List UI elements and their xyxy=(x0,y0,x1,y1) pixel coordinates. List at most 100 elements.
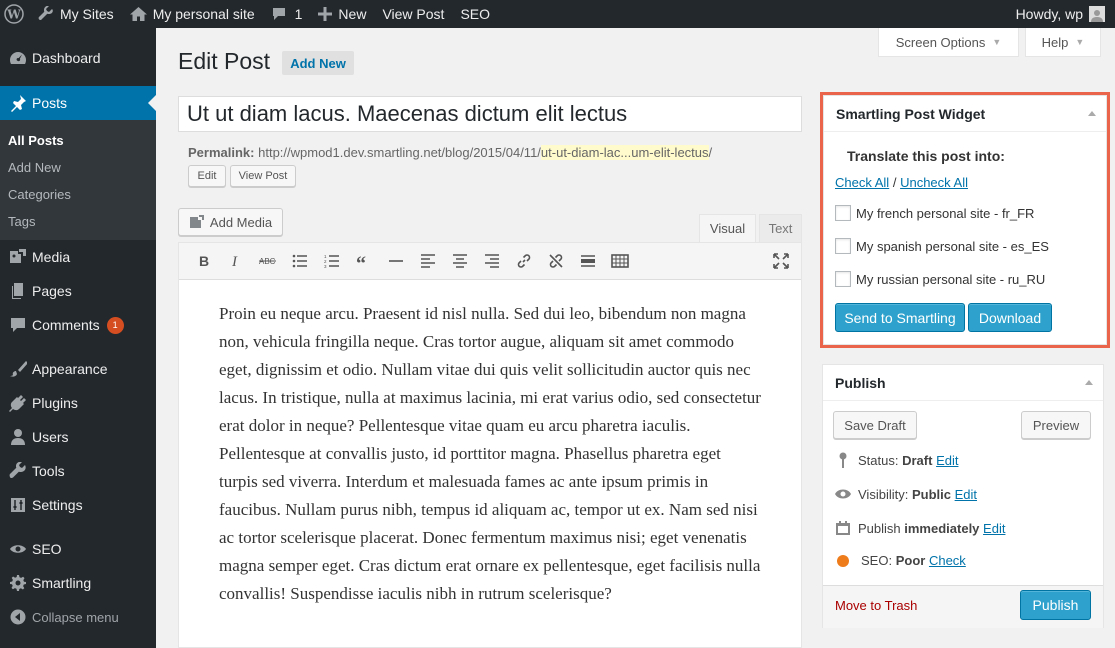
menu-seo[interactable]: SEO xyxy=(0,532,156,566)
strikethrough-icon[interactable]: ABC xyxy=(252,246,284,276)
posts-submenu: All Posts Add New Categories Tags xyxy=(0,120,156,240)
align-right-icon[interactable] xyxy=(476,246,508,276)
locale-option-ru[interactable]: My russian personal site - ru_RU xyxy=(835,271,1045,287)
tab-text[interactable]: Text xyxy=(759,214,802,242)
numbered-list-icon[interactable]: 123 xyxy=(316,246,348,276)
menu-smartling[interactable]: Smartling xyxy=(0,566,156,600)
permalink: Permalink: http://wpmod1.dev.smartling.n… xyxy=(188,145,713,160)
tab-visual[interactable]: Visual xyxy=(699,214,756,242)
download-button[interactable]: Download xyxy=(968,303,1052,332)
home-icon xyxy=(129,6,147,22)
menu-media[interactable]: Media xyxy=(0,240,156,274)
move-to-trash-link[interactable]: Move to Trash xyxy=(835,598,917,613)
remove-link-icon[interactable] xyxy=(540,246,572,276)
my-sites-menu[interactable]: My Sites xyxy=(30,0,122,28)
publish-box-header[interactable]: Publish xyxy=(823,365,1103,401)
view-post-button[interactable]: View Post xyxy=(230,165,296,187)
locale-option-fr[interactable]: My french personal site - fr_FR xyxy=(835,205,1034,221)
bold-icon[interactable]: B xyxy=(188,246,220,276)
publish-date-row: Publish immediately Edit xyxy=(834,519,1005,537)
menu-comments[interactable]: Comments 1 xyxy=(0,308,156,342)
wrench-icon xyxy=(8,461,28,481)
plug-icon xyxy=(8,393,28,413)
toolbar-toggle-icon[interactable] xyxy=(604,246,636,276)
status-row: Status: Draft Edit xyxy=(834,451,958,469)
new-content-menu[interactable]: New xyxy=(310,0,374,28)
send-to-smartling-button[interactable]: Send to Smartling xyxy=(835,303,965,332)
save-draft-button[interactable]: Save Draft xyxy=(833,411,917,439)
locale-option-es[interactable]: My spanish personal site - es_ES xyxy=(835,238,1049,254)
svg-text:3: 3 xyxy=(324,264,327,268)
menu-tools[interactable]: Tools xyxy=(0,454,156,488)
seo-check-link[interactable]: Check xyxy=(929,553,966,568)
plus-icon xyxy=(318,7,333,21)
seo-icon xyxy=(8,539,28,559)
align-left-icon[interactable] xyxy=(412,246,444,276)
collapse-arrow-icon[interactable] xyxy=(1085,380,1093,385)
caret-down-icon: ▼ xyxy=(1075,37,1085,47)
seo-score-row: SEO: Poor Check xyxy=(834,553,966,568)
horizontal-line-icon[interactable] xyxy=(380,246,412,276)
eye-icon xyxy=(834,485,852,503)
blockquote-icon[interactable]: “ xyxy=(348,246,380,276)
italic-icon[interactable]: I xyxy=(220,246,252,276)
permalink-base: http://wpmod1.dev.smartling.net/blog/201… xyxy=(258,145,541,160)
edit-date-link[interactable]: Edit xyxy=(983,521,1005,536)
add-new-button[interactable]: Add New xyxy=(282,51,354,75)
locale-checkbox[interactable] xyxy=(835,238,851,254)
menu-pages[interactable]: Pages xyxy=(0,274,156,308)
pages-icon xyxy=(8,281,28,301)
comments-count-badge: 1 xyxy=(106,316,124,334)
view-post-link[interactable]: View Post xyxy=(374,0,452,28)
screen-options-toggle[interactable]: Screen Options ▼ xyxy=(878,28,1019,57)
submenu-categories[interactable]: Categories xyxy=(0,181,156,208)
uncheck-all-link[interactable]: Uncheck All xyxy=(900,175,968,190)
svg-text:B: B xyxy=(199,254,209,268)
locale-checkbox[interactable] xyxy=(835,271,851,287)
wrench-icon xyxy=(38,6,54,22)
post-title-input[interactable]: Ut ut diam lacus. Maecenas dictum elit l… xyxy=(178,96,802,132)
wordpress-logo-icon[interactable]: W xyxy=(0,0,30,28)
admin-sidebar: Dashboard Posts All Posts Add New Catego… xyxy=(0,28,156,648)
menu-plugins[interactable]: Plugins xyxy=(0,386,156,420)
help-toggle[interactable]: Help ▼ xyxy=(1025,28,1101,57)
editor-content[interactable]: Proin eu neque arcu. Praesent id nisl nu… xyxy=(179,280,801,608)
visibility-row: Visibility: Public Edit xyxy=(834,485,977,503)
permalink-slug[interactable]: ut-ut-diam-lac...um-elit-lectus xyxy=(540,145,709,160)
insert-link-icon[interactable] xyxy=(508,246,540,276)
fullscreen-icon[interactable] xyxy=(765,246,797,276)
menu-users[interactable]: Users xyxy=(0,420,156,454)
post-editor: B I ABC 123 “ Proin eu neque arcu. Praes… xyxy=(178,242,802,648)
page-title: Edit Post xyxy=(178,48,271,74)
add-media-button[interactable]: Add Media xyxy=(178,208,283,236)
seo-status-dot xyxy=(837,554,849,567)
submenu-all-posts[interactable]: All Posts xyxy=(0,127,156,154)
locale-checkbox[interactable] xyxy=(835,205,851,221)
paintbrush-icon xyxy=(8,359,28,379)
preview-button[interactable]: Preview xyxy=(1021,411,1091,439)
edit-visibility-link[interactable]: Edit xyxy=(955,487,977,502)
check-all-link[interactable]: Check All xyxy=(835,175,889,190)
collapse-menu-button[interactable]: Collapse menu xyxy=(0,600,156,634)
calendar-icon xyxy=(834,519,852,537)
submenu-tags[interactable]: Tags xyxy=(0,208,156,235)
seo-menu[interactable]: SEO xyxy=(452,0,498,28)
menu-dashboard[interactable]: Dashboard xyxy=(0,41,156,75)
users-icon xyxy=(8,427,28,447)
read-more-icon[interactable] xyxy=(572,246,604,276)
submenu-add-new[interactable]: Add New xyxy=(0,154,156,181)
edit-permalink-button[interactable]: Edit xyxy=(188,165,226,187)
site-name-menu[interactable]: My personal site xyxy=(122,0,263,28)
menu-appearance[interactable]: Appearance xyxy=(0,352,156,386)
comments-menu[interactable]: 1 xyxy=(263,0,311,28)
align-center-icon[interactable] xyxy=(444,246,476,276)
svg-text:I: I xyxy=(231,254,238,268)
publish-button[interactable]: Publish xyxy=(1020,590,1091,620)
menu-posts[interactable]: Posts xyxy=(0,86,156,120)
menu-settings[interactable]: Settings xyxy=(0,488,156,522)
edit-status-link[interactable]: Edit xyxy=(936,453,958,468)
bullet-list-icon[interactable] xyxy=(284,246,316,276)
collapse-arrow-icon xyxy=(8,607,28,627)
my-account-menu[interactable]: Howdy, wp xyxy=(1008,0,1115,28)
svg-text:“: “ xyxy=(356,254,366,268)
